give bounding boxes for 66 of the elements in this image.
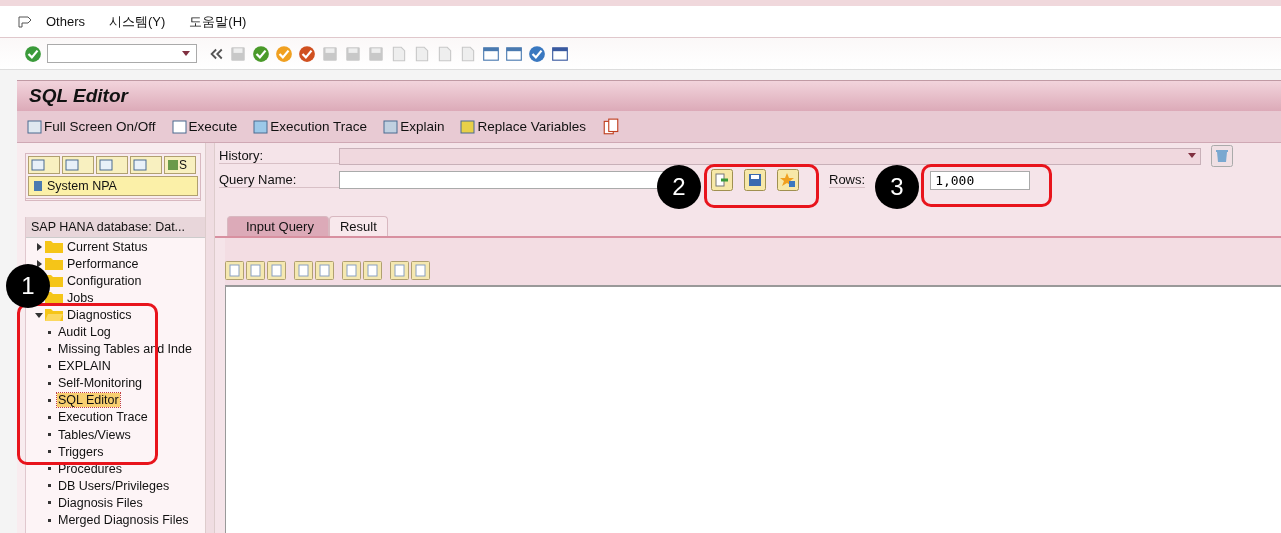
tree-item[interactable]: Jobs xyxy=(66,290,95,305)
nav-toolbar-button[interactable] xyxy=(96,156,128,174)
menu-icon[interactable] xyxy=(18,15,32,28)
folder-icon xyxy=(45,291,63,305)
tree-item[interactable]: Execution Trace xyxy=(57,410,149,425)
expanded-arrow-icon[interactable] xyxy=(35,310,43,319)
bullet-icon xyxy=(48,433,51,437)
bullet-icon xyxy=(48,416,51,419)
toolbar-button[interactable]: Explain xyxy=(383,119,445,134)
save-icon[interactable] xyxy=(744,169,766,191)
bullet-icon xyxy=(48,450,51,454)
collapsed-arrow-icon[interactable] xyxy=(35,259,43,268)
tree-item[interactable]: Procedures xyxy=(57,461,123,476)
nav-toolbar-button[interactable] xyxy=(130,156,162,174)
tree-item[interactable]: Triggers xyxy=(57,444,105,459)
new-window-icon[interactable] xyxy=(482,44,500,63)
screen-title: SQL Editor xyxy=(29,85,128,107)
nav-toolbar-button[interactable] xyxy=(62,156,94,174)
tree-item[interactable]: Tables/Views xyxy=(57,427,132,442)
tree-item[interactable]: Current Status xyxy=(66,239,149,254)
tree-item[interactable]: EXPLAIN xyxy=(57,359,112,374)
document-icon[interactable] xyxy=(602,117,620,136)
trash-icon[interactable] xyxy=(1211,145,1233,167)
caret-icon xyxy=(1188,153,1196,159)
tree-item[interactable]: DB Users/Privileges xyxy=(57,478,171,493)
bullet-icon xyxy=(48,484,51,488)
rows-field[interactable]: 1,000 xyxy=(930,170,1031,190)
tree-header: SAP HANA database: Dat... xyxy=(26,217,205,238)
field-label: Rows: xyxy=(829,172,866,188)
tree-item[interactable]: Audit Log xyxy=(57,325,112,339)
menu-item[interactable]: 시스템(Y) xyxy=(109,12,166,31)
bullet-icon xyxy=(48,347,51,351)
folder-icon xyxy=(45,240,63,254)
tree-item[interactable]: SQL Editor xyxy=(57,393,120,408)
tree-item[interactable]: Performance xyxy=(66,256,140,271)
tree-item[interactable]: Configuration xyxy=(66,273,143,288)
bullet-icon xyxy=(48,398,51,402)
toolbar-button[interactable]: Execute xyxy=(171,119,238,134)
folder-icon xyxy=(45,308,63,322)
caret-icon xyxy=(182,50,190,57)
command-field[interactable] xyxy=(47,44,197,63)
system-dropdown[interactable]: System NPA xyxy=(28,176,198,196)
toolbar-button[interactable]: Execution Trace xyxy=(253,119,368,134)
folder-icon xyxy=(45,257,63,271)
collapsed-arrow-icon[interactable] xyxy=(35,242,43,251)
bullet-icon xyxy=(48,501,51,505)
favorite-delete-icon[interactable] xyxy=(777,169,799,191)
bullet-icon xyxy=(48,381,51,385)
toolbar-button[interactable]: Replace Variables xyxy=(460,119,586,134)
tree-item[interactable]: Diagnosis Files xyxy=(57,495,144,510)
tab[interactable]: Result xyxy=(328,216,388,236)
check-icon[interactable] xyxy=(24,44,42,63)
bullet-icon xyxy=(48,467,51,471)
tree-item[interactable]: Diagnostics xyxy=(66,307,133,322)
tree-item[interactable]: Merged Diagnosis Files xyxy=(57,513,190,528)
tab[interactable]: Input Query xyxy=(227,216,329,236)
nav-toolbar-button[interactable] xyxy=(28,156,60,174)
tree-item[interactable]: Self-Monitoring xyxy=(57,376,144,391)
bullet-icon xyxy=(48,364,51,368)
bullet-icon xyxy=(48,518,51,522)
nav-toolbar-button[interactable]: S xyxy=(164,156,196,174)
toolbar-button[interactable]: Full Screen On/Off xyxy=(27,119,156,134)
menu-item[interactable]: Others xyxy=(46,14,85,29)
step-number-marker: 1 xyxy=(6,264,50,308)
bullet-icon xyxy=(48,330,51,334)
menu-item[interactable]: 도움말(H) xyxy=(189,12,247,31)
